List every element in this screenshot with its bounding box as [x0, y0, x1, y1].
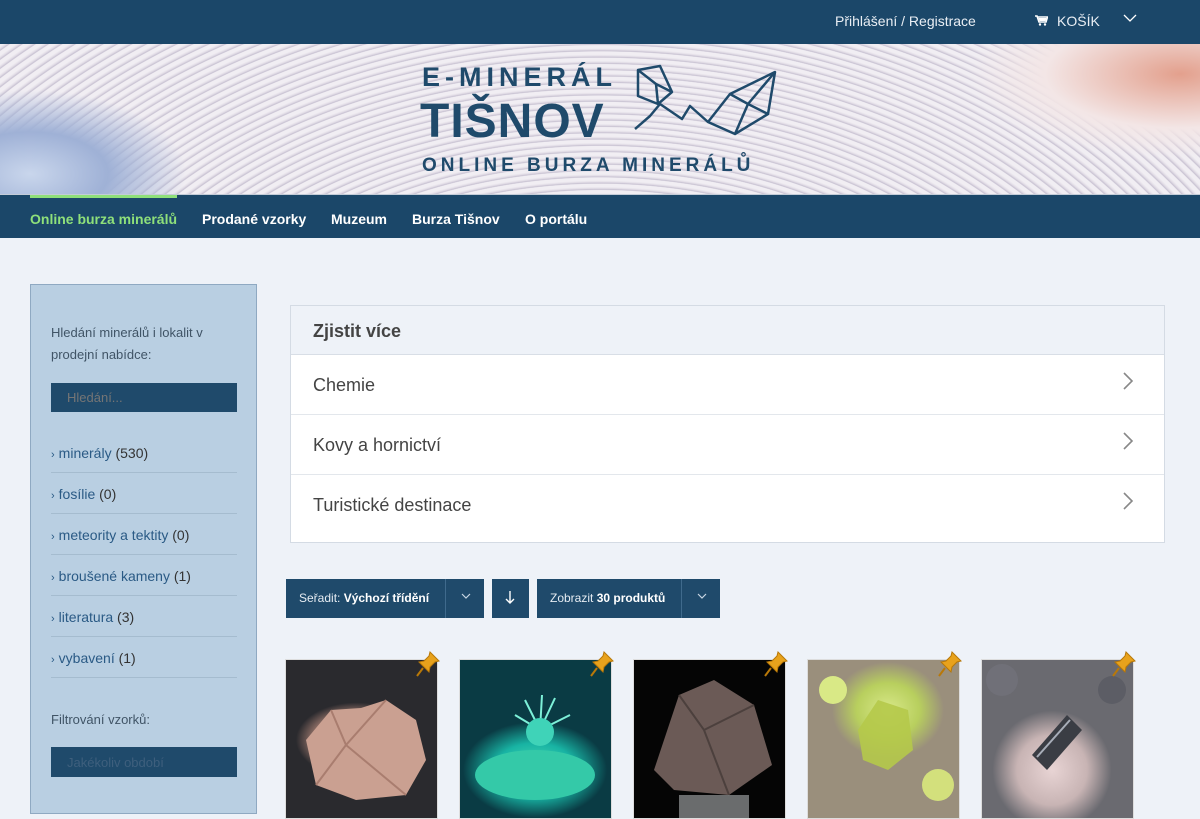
header-banner: E-MINERÁL TIŠNOV ONLINE BURZA MINERÁLŮ: [0, 44, 1200, 195]
chevron-right-icon: [1122, 431, 1134, 457]
sort-direction-button[interactable]: [492, 579, 529, 618]
category-item-vybaveni[interactable]: › vybavení (1): [51, 637, 237, 678]
learn-more-accordion: Zjistit více Chemie Kovy a hornictví Tur…: [290, 305, 1165, 543]
nav-burza-tisnov[interactable]: Burza Tišnov: [412, 211, 500, 227]
sidebar: Hledání minerálů i lokalit v prodejní na…: [30, 284, 257, 814]
nav-online-burza[interactable]: Online burza minerálů: [30, 211, 177, 227]
chevron-down-icon: [461, 589, 471, 608]
nav-prodane-vzorky[interactable]: Prodané vzorky: [202, 211, 306, 227]
products-per-page-dropdown[interactable]: Zobrazit 30 produktů: [537, 579, 720, 618]
product-image[interactable]: [807, 659, 960, 819]
accordion-item-chemie[interactable]: Chemie: [291, 355, 1164, 415]
logo-line-1: E-MINERÁL: [422, 62, 617, 92]
chevron-right-icon: ›: [51, 654, 55, 666]
nav-o-portalu[interactable]: O portálu: [525, 211, 587, 227]
product-image[interactable]: [285, 659, 438, 819]
category-item-meteority[interactable]: › meteority a tektity (0): [51, 514, 237, 555]
cart-button[interactable]: KOŠÍK: [1035, 13, 1137, 29]
chevron-right-icon: [1122, 371, 1134, 397]
chevron-right-icon: ›: [51, 572, 55, 584]
crystal-logo-icon: [634, 64, 777, 136]
mineral-photo: [986, 664, 1126, 770]
login-register-link[interactable]: Přihlášení / Registrace: [835, 13, 976, 29]
mineral-photo: [654, 680, 772, 818]
active-nav-indicator: [30, 195, 177, 198]
category-item-mineraly[interactable]: › minerály (530): [51, 432, 237, 473]
top-bar: Přihlášení / Registrace KOŠÍK: [0, 0, 1200, 44]
cart-label: KOŠÍK: [1057, 13, 1100, 29]
category-list: › minerály (530) › fosílie (0) › meteority …: [51, 432, 237, 678]
mineral-photo: [475, 694, 595, 800]
mineral-photo: [819, 676, 954, 801]
category-item-literatura[interactable]: › literatura (3): [51, 596, 237, 637]
filter-label: Filtrování vzorků:: [51, 712, 150, 727]
chevron-right-icon: ›: [51, 490, 55, 502]
category-item-fosilie[interactable]: › fosílie (0): [51, 473, 237, 514]
product-image[interactable]: [981, 659, 1134, 819]
accordion-title: Zjistit více: [291, 306, 1164, 355]
product-image[interactable]: [459, 659, 612, 819]
chevron-right-icon: ›: [51, 613, 55, 625]
pin-icon: [938, 651, 962, 677]
chevron-right-icon: ›: [51, 449, 55, 461]
arrow-down-icon: [505, 590, 515, 609]
pin-icon: [590, 651, 614, 677]
logo-line-2: TIŠNOV: [420, 95, 605, 148]
sort-orderby-dropdown[interactable]: Seřadit: Výchozí třídění: [286, 579, 484, 618]
period-filter-select[interactable]: Jakékoliv období: [51, 747, 237, 777]
chevron-down-icon: [1123, 11, 1137, 26]
nav-muzeum[interactable]: Muzeum: [331, 211, 387, 227]
accordion-item-kovy[interactable]: Kovy a hornictví: [291, 415, 1164, 475]
search-intro-text: Hledání minerálů i lokalit v prodejní na…: [51, 325, 203, 362]
search-input[interactable]: [51, 383, 237, 412]
chevron-right-icon: [1122, 491, 1134, 517]
chevron-down-icon: [697, 589, 707, 608]
main-navigation: Online burza minerálů Prodané vzorky Muz…: [0, 195, 1200, 238]
pin-icon: [1112, 651, 1136, 677]
site-logo[interactable]: E-MINERÁL TIŠNOV ONLINE BURZA MINERÁLŮ: [420, 62, 785, 182]
accordion-item-turisticke[interactable]: Turistické destinace: [291, 475, 1164, 535]
shopping-cart-icon: [1035, 15, 1049, 29]
category-item-brousene-kameny[interactable]: › broušené kameny (1): [51, 555, 237, 596]
mineral-photo: [306, 699, 426, 800]
pin-icon: [764, 651, 788, 677]
pin-icon: [416, 651, 440, 677]
logo-line-3: ONLINE BURZA MINERÁLŮ: [422, 155, 755, 176]
product-image[interactable]: [633, 659, 786, 819]
chevron-right-icon: ›: [51, 531, 55, 543]
